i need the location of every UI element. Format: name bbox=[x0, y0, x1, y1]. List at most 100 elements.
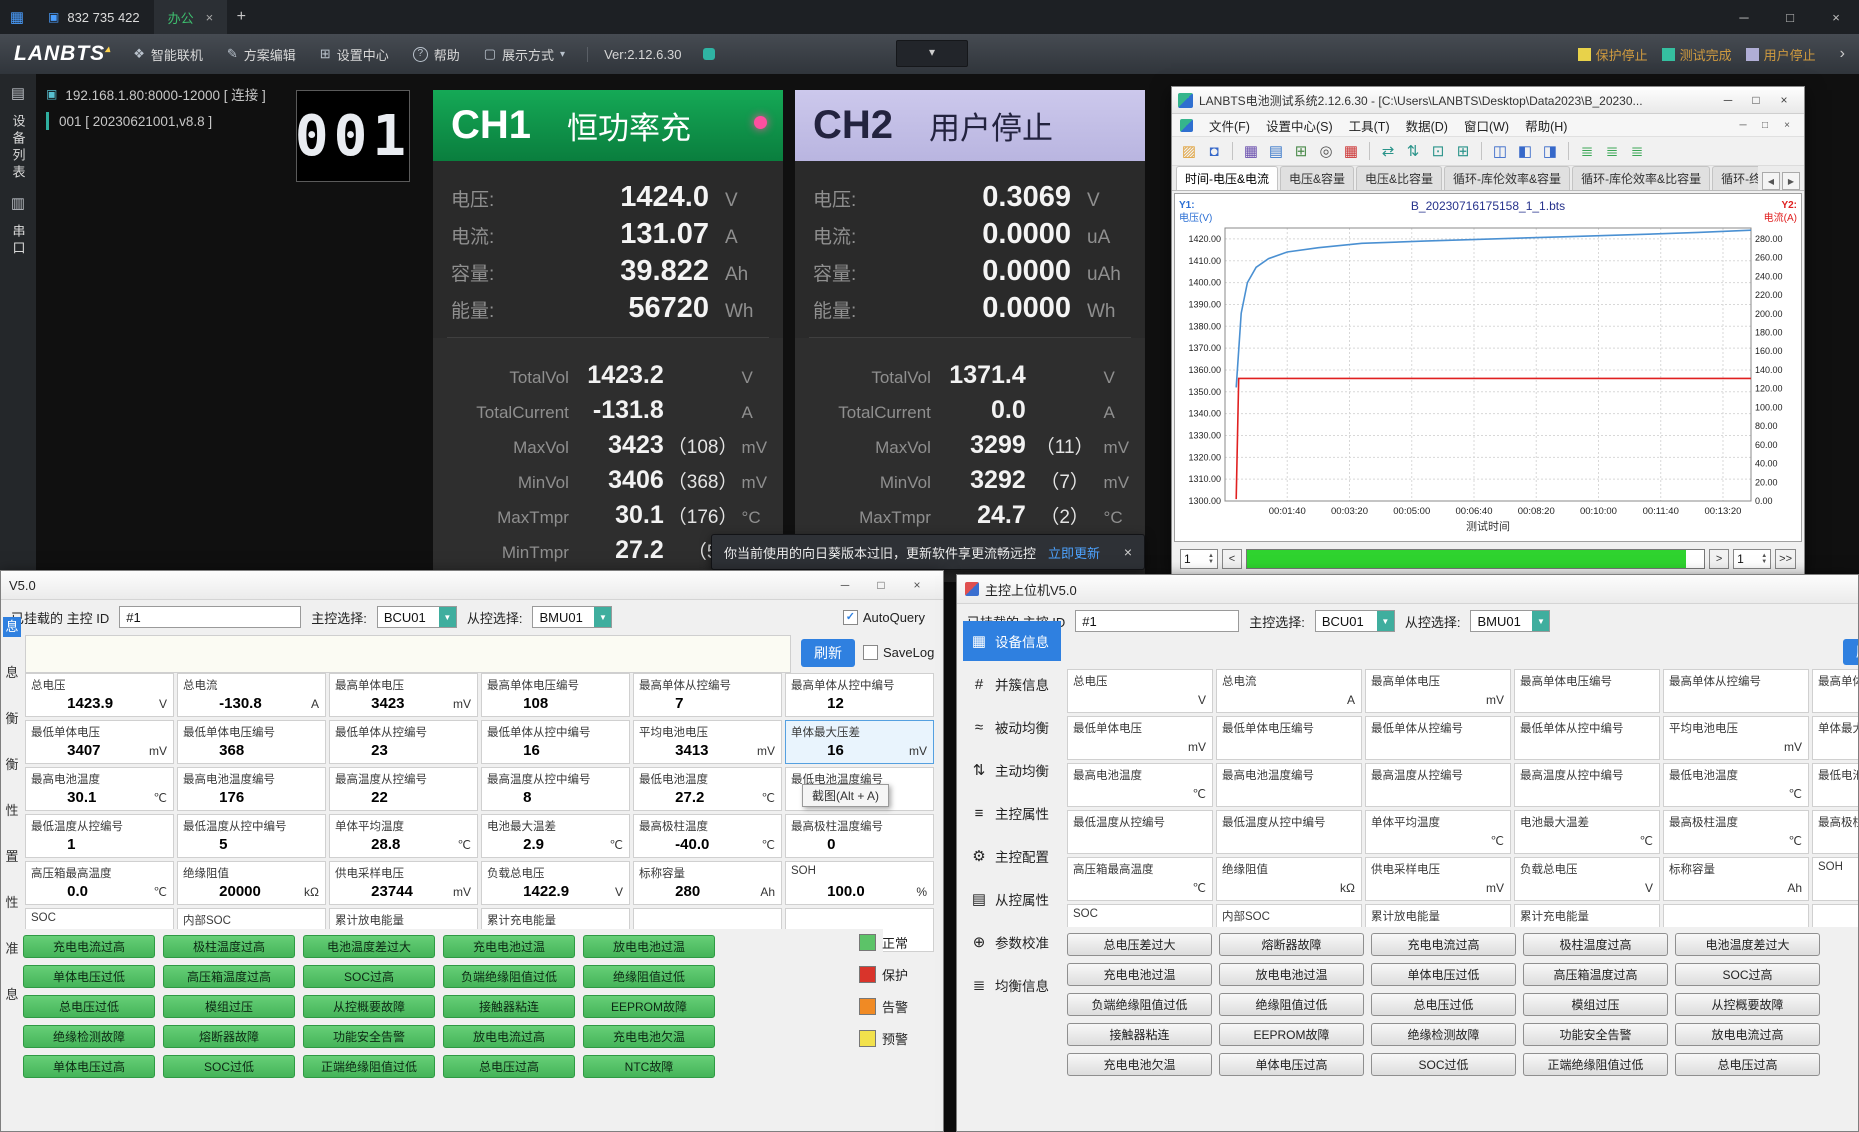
status-flag-button[interactable]: 绝缘检测故障 bbox=[1371, 1023, 1516, 1046]
page-spinner-left[interactable]: 1 ▲▼ bbox=[1180, 549, 1218, 569]
data-cell[interactable]: 最高温度从控编号 bbox=[1365, 763, 1511, 807]
data-cell[interactable]: 负载总电压1422.9V bbox=[481, 861, 630, 905]
status-flag-button[interactable]: 接触器粘连 bbox=[1067, 1023, 1212, 1046]
status-flag-button[interactable]: EEPROM故障 bbox=[1219, 1023, 1364, 1046]
data-cell[interactable]: 电池最大温差℃ bbox=[1514, 810, 1660, 854]
open-file-icon[interactable]: ▨ bbox=[1178, 140, 1200, 162]
sidebar-item-cluster-info[interactable]: #并簇信息 bbox=[963, 664, 1061, 704]
serial-port-icon[interactable]: ▥ bbox=[11, 194, 25, 212]
status-flag-button[interactable]: 放电电流过高 bbox=[443, 1025, 575, 1048]
data-cell[interactable]: 最低温度从控编号 bbox=[1067, 810, 1213, 854]
menu-item[interactable]: 数据(D) bbox=[1406, 116, 1448, 135]
sidebar-item-clipped[interactable]: 息 bbox=[3, 985, 21, 1005]
status-flag-button[interactable]: SOC过高 bbox=[303, 965, 435, 988]
device-host-item[interactable]: ▣ 192.168.1.80:8000-12000 [ 连接 ] bbox=[46, 84, 292, 104]
data-cell[interactable]: 总电流A bbox=[1216, 669, 1362, 713]
data-cell[interactable]: 最高极柱温度-40.0℃ bbox=[633, 814, 782, 858]
status-flag-button[interactable]: 正端绝缘阻值过低 bbox=[1523, 1053, 1668, 1076]
data-cell[interactable]: 负载总电压V bbox=[1514, 857, 1660, 901]
mdi-close-button[interactable]: × bbox=[1778, 117, 1796, 133]
mounted-id-input[interactable] bbox=[1075, 610, 1239, 632]
save-icon[interactable]: ◘ bbox=[1203, 140, 1225, 162]
status-flag-button[interactable]: 总电压过高 bbox=[443, 1055, 575, 1078]
slave-select[interactable]: BMU01 ▼ bbox=[1470, 610, 1550, 632]
next-page-button[interactable]: > bbox=[1709, 549, 1729, 569]
data-cell[interactable]: 绝缘阻值kΩ bbox=[1216, 857, 1362, 901]
close-button[interactable]: × bbox=[1770, 91, 1798, 109]
data-cell[interactable]: 绝缘阻值20000kΩ bbox=[177, 861, 326, 905]
data-cell[interactable]: 最低电池温度27.2℃ bbox=[633, 767, 782, 811]
status-flag-button[interactable]: 熔断器故障 bbox=[163, 1025, 295, 1048]
sidebar-item-clipped[interactable]: 衡 bbox=[3, 709, 21, 729]
status-flag-button[interactable]: 模组过压 bbox=[163, 995, 295, 1018]
menu-plan-editor[interactable]: ✎方案编辑 bbox=[227, 45, 296, 64]
status-flag-button[interactable]: 极柱温度过高 bbox=[1523, 933, 1668, 956]
last-page-button[interactable]: >> bbox=[1775, 549, 1796, 569]
data-cell[interactable]: 最低单体电压编号368 bbox=[177, 720, 326, 764]
chart-tab[interactable]: 循环-库伦效率&容量 bbox=[1444, 166, 1570, 190]
chart-tab[interactable]: 电压&容量 bbox=[1280, 166, 1354, 190]
link-data-icon[interactable]: ⊞ bbox=[1290, 140, 1312, 162]
data-cell[interactable]: 最低单体从控编号23 bbox=[329, 720, 478, 764]
sidebar-item-clipped[interactable]: 置 bbox=[3, 847, 21, 867]
window-titlebar[interactable]: LANBTS电池测试系统2.12.6.30 - [C:\Users\LANBTS… bbox=[1172, 87, 1804, 114]
data-cell[interactable]: 最低单体电压mV bbox=[1067, 716, 1213, 760]
fit-vertical-icon[interactable]: ⇅ bbox=[1402, 140, 1424, 162]
status-flag-button[interactable]: 从控概要故障 bbox=[1675, 993, 1820, 1016]
status-flag-button[interactable]: 总电压过低 bbox=[1371, 993, 1516, 1016]
new-tab-button[interactable]: + bbox=[227, 5, 255, 29]
data-cell[interactable]: 平均电池电压3413mV bbox=[633, 720, 782, 764]
status-flag-button[interactable]: 模组过压 bbox=[1523, 993, 1668, 1016]
right-pane-icon[interactable]: ◨ bbox=[1539, 140, 1561, 162]
status-flag-button[interactable]: 电池温度差过大 bbox=[1675, 933, 1820, 956]
master-select[interactable]: BCU01 ▼ bbox=[1315, 610, 1395, 632]
data-cell[interactable]: 最低单体从控中编号16 bbox=[481, 720, 630, 764]
status-flag-button[interactable]: 单体电压过低 bbox=[1371, 963, 1516, 986]
status-flag-button[interactable]: 放电电池过温 bbox=[1219, 963, 1364, 986]
split-view-icon[interactable]: ◫ bbox=[1489, 140, 1511, 162]
mounted-id-input[interactable] bbox=[119, 606, 301, 628]
calendar-icon[interactable]: ▦ bbox=[1340, 140, 1362, 162]
mdi-restore-button[interactable]: □ bbox=[1756, 117, 1774, 133]
sidebar-item-master-attr[interactable]: ≡主控属性 bbox=[963, 793, 1061, 833]
rail-label-device-list[interactable]: 设备列表 bbox=[9, 114, 28, 182]
device-item[interactable]: 001 [ 20230621001,v8.8 ] bbox=[46, 112, 212, 130]
data-cell[interactable]: 最低单体电压3407mV bbox=[25, 720, 174, 764]
refresh-button[interactable]: 刷新 bbox=[1843, 639, 1859, 665]
collapse-toolbar-button[interactable]: ▾ bbox=[896, 40, 968, 67]
sidebar-item-master-config[interactable]: ⚙主控配置 bbox=[963, 836, 1061, 876]
close-icon[interactable]: × bbox=[1124, 544, 1132, 560]
status-flag-button[interactable]: 总电压过高 bbox=[1675, 1053, 1820, 1076]
status-flag-button[interactable]: 单体电压过高 bbox=[23, 1055, 155, 1078]
browser-tab[interactable]: 办公× bbox=[154, 0, 228, 34]
data-cell[interactable]: 总电压1423.9V bbox=[25, 673, 174, 717]
status-flag-button[interactable]: 从控概要故障 bbox=[303, 995, 435, 1018]
status-flag-button[interactable]: 正端绝缘阻值过低 bbox=[303, 1055, 435, 1078]
data-cell[interactable]: 最高单体从控中编号 bbox=[1812, 669, 1859, 713]
menu-item[interactable]: 设置中心(S) bbox=[1266, 116, 1333, 135]
fit-horizontal-icon[interactable]: ⇄ bbox=[1377, 140, 1399, 162]
status-flag-button[interactable]: 接触器粘连 bbox=[443, 995, 575, 1018]
status-flag-button[interactable]: 充电电池欠温 bbox=[1067, 1053, 1212, 1076]
sidebar-item-param-calibration[interactable]: ⊕参数校准 bbox=[963, 922, 1061, 962]
data-cell[interactable]: 最低电池温度编号 bbox=[1812, 763, 1859, 807]
status-flag-button[interactable]: 高压箱温度过高 bbox=[1523, 963, 1668, 986]
status-flag-button[interactable]: 充电电池过温 bbox=[1067, 963, 1212, 986]
select-all-icon[interactable]: ⊞ bbox=[1452, 140, 1474, 162]
data-cell[interactable]: 供电采样电压mV bbox=[1365, 857, 1511, 901]
status-flag-button[interactable]: SOC过低 bbox=[1371, 1053, 1516, 1076]
maximize-button[interactable]: □ bbox=[1742, 91, 1770, 109]
data-cell[interactable]: 单体平均温度28.8℃ bbox=[329, 814, 478, 858]
data-cell[interactable]: 最高电池温度30.1℃ bbox=[25, 767, 174, 811]
tab-scroll-left-button[interactable]: ◀ bbox=[1762, 172, 1780, 190]
status-flag-button[interactable]: 熔断器故障 bbox=[1219, 933, 1364, 956]
data-table-icon[interactable]: ▦ bbox=[1240, 140, 1262, 162]
menu-item[interactable]: 文件(F) bbox=[1209, 116, 1250, 135]
list-view-2-icon[interactable]: ≣ bbox=[1601, 140, 1623, 162]
legend-more-chevron[interactable]: › bbox=[1840, 45, 1845, 63]
status-flag-button[interactable]: 充电电流过高 bbox=[1371, 933, 1516, 956]
status-flag-button[interactable]: 负端绝缘阻值过低 bbox=[443, 965, 575, 988]
data-cell[interactable]: 最低单体从控编号 bbox=[1365, 716, 1511, 760]
sidebar-item-device-info[interactable]: ▦设备信息 bbox=[963, 621, 1061, 661]
data-cell[interactable]: 最低单体电压编号 bbox=[1216, 716, 1362, 760]
